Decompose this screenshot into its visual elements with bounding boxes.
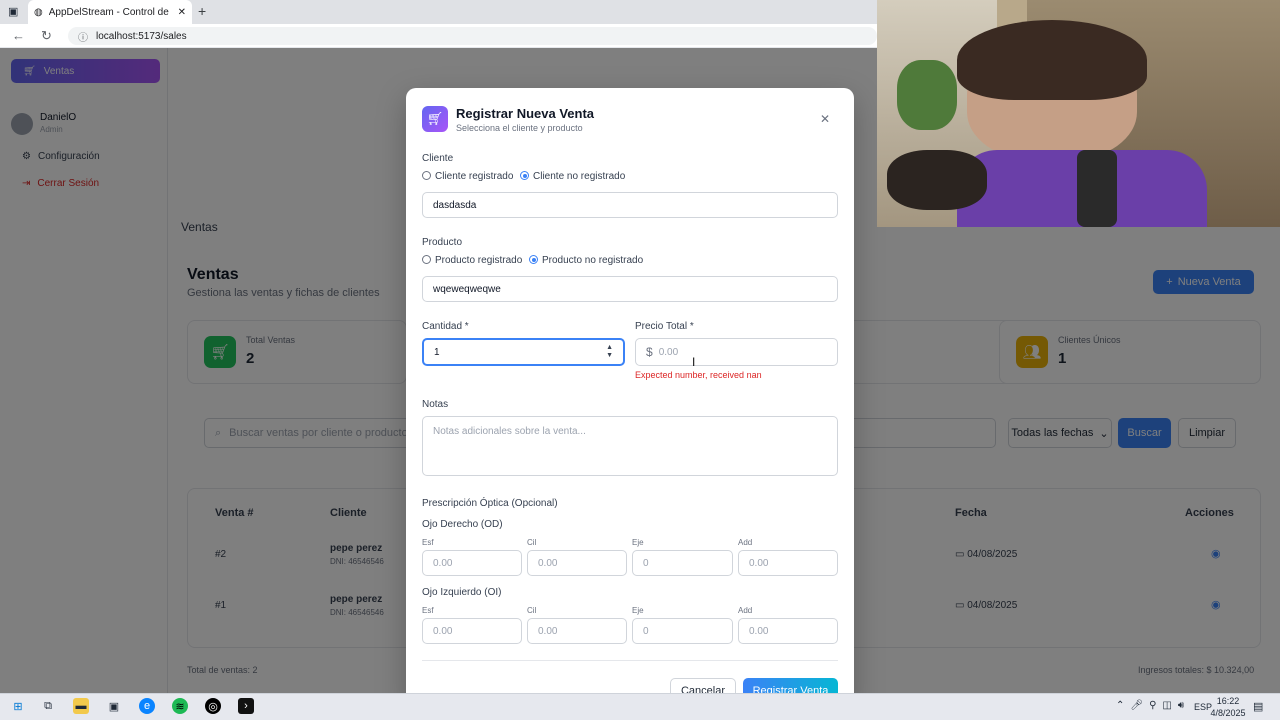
- webcam-microphone: [1077, 150, 1117, 227]
- notification-icon[interactable]: ▤: [1253, 700, 1263, 713]
- cantidad-label: Cantidad *: [422, 321, 469, 332]
- dollar-icon: $: [646, 345, 653, 359]
- od-eje-label: Eje: [632, 538, 644, 547]
- oi-esf-input[interactable]: 0.00: [422, 618, 522, 644]
- spotify-icon[interactable]: ≋: [172, 698, 188, 714]
- webcam-feed: [877, 0, 1280, 227]
- radio-producto-registrado[interactable]: Producto registrado: [422, 255, 522, 266]
- notas-textarea[interactable]: Notas adicionales sobre la venta...: [422, 416, 838, 476]
- od-eje-input[interactable]: 0: [632, 550, 733, 576]
- close-tab-icon[interactable]: ✕: [178, 7, 186, 18]
- radio-icon: [422, 255, 431, 264]
- task-view-icon[interactable]: ⧉: [40, 698, 56, 714]
- spinner-icon[interactable]: ▲ ▼: [606, 344, 613, 360]
- od-esf-input[interactable]: 0.00: [422, 550, 522, 576]
- radio-label: Cliente registrado: [435, 171, 514, 182]
- radio-label: Producto no registrado: [542, 255, 644, 266]
- radio-cliente-no-registrado[interactable]: Cliente no registrado: [520, 171, 625, 182]
- cantidad-input[interactable]: 1 ▲ ▼: [422, 338, 625, 366]
- oi-esf-label: Esf: [422, 606, 434, 615]
- input-value: wqeweqweqwe: [433, 283, 501, 295]
- od-title: Ojo Derecho (OD): [422, 519, 503, 530]
- radio-cliente-registrado[interactable]: Cliente registrado: [422, 171, 513, 182]
- input-value: dasdasda: [433, 199, 477, 211]
- modal-title: Registrar Nueva Venta: [456, 106, 595, 121]
- notas-label: Notas: [422, 399, 449, 410]
- oi-title: Ojo Izquierdo (OI): [422, 587, 502, 598]
- precio-label: Precio Total *: [635, 321, 694, 332]
- url-field[interactable]: ⓘ localhost:5173/sales: [68, 27, 877, 45]
- radio-icon: [422, 171, 431, 180]
- od-esf-label: Esf: [422, 538, 434, 547]
- cliente-label: Cliente: [422, 153, 454, 164]
- divider: [422, 660, 838, 661]
- info-icon: ⓘ: [78, 32, 88, 44]
- browser-tab[interactable]: ◍ AppDelStream - Control de Stock ✕: [28, 0, 192, 24]
- webcam-plant: [897, 60, 957, 130]
- clock-time[interactable]: 16:22: [1206, 696, 1250, 706]
- tab-title: AppDelStream - Control de Stock: [48, 6, 172, 18]
- producto-label: Producto: [422, 237, 463, 248]
- cliente-name-input[interactable]: dasdasda: [422, 192, 838, 218]
- radio-label: Producto registrado: [435, 255, 523, 266]
- back-icon[interactable]: ←: [12, 28, 25, 43]
- input-placeholder: 0: [643, 625, 649, 637]
- input-placeholder: 0.00: [538, 625, 558, 637]
- radio-checked-icon: [520, 171, 529, 180]
- oi-cil-input[interactable]: 0.00: [527, 618, 627, 644]
- new-sale-modal: 🛒︎ Registrar Nueva Venta Selecciona el c…: [406, 88, 854, 708]
- modal-subtitle: Selecciona el cliente y producto: [456, 123, 583, 133]
- input-placeholder: 0.00: [749, 625, 769, 637]
- tray-icons[interactable]: ⌃🎤︎⚲◫🔊︎: [1116, 700, 1190, 711]
- window-menu-icon[interactable]: ▣: [8, 5, 18, 18]
- url-text: localhost:5173/sales: [96, 30, 187, 42]
- app-icon[interactable]: ▣: [106, 698, 122, 714]
- prescripcion-title: Prescripción Óptica (Opcional): [422, 498, 558, 509]
- obs-icon[interactable]: ◎: [205, 698, 221, 714]
- clock-date[interactable]: 4/8/2025: [1200, 708, 1256, 718]
- windows-start-icon[interactable]: ⊞: [10, 698, 26, 714]
- radio-label: Cliente no registrado: [533, 171, 626, 182]
- webcam-plush-toy: [887, 150, 987, 210]
- radio-producto-no-registrado[interactable]: Producto no registrado: [529, 255, 643, 266]
- od-cil-input[interactable]: 0.00: [527, 550, 627, 576]
- input-placeholder: 0.00: [749, 557, 769, 569]
- precio-input[interactable]: $ 0.00: [635, 338, 838, 366]
- input-placeholder: 0.00: [658, 346, 679, 358]
- reload-icon[interactable]: ↻: [41, 28, 52, 44]
- new-tab-icon[interactable]: +: [198, 3, 206, 19]
- oi-add-label: Add: [738, 606, 753, 615]
- radio-checked-icon: [529, 255, 538, 264]
- input-placeholder: Notas adicionales sobre la venta...: [433, 426, 586, 437]
- cart-icon: 🛒︎: [422, 106, 448, 132]
- input-placeholder: 0.00: [433, 625, 453, 637]
- precio-error: Expected number, received nan: [635, 370, 762, 380]
- od-add-label: Add: [738, 538, 753, 547]
- oi-eje-input[interactable]: 0: [632, 618, 733, 644]
- od-add-input[interactable]: 0.00: [738, 550, 838, 576]
- input-placeholder: 0.00: [538, 557, 558, 569]
- input-placeholder: 0.00: [433, 557, 453, 569]
- producto-name-input[interactable]: wqeweqweqwe: [422, 276, 838, 302]
- oi-eje-label: Eje: [632, 606, 644, 615]
- terminal-icon[interactable]: ›: [238, 698, 254, 714]
- globe-icon: ◍: [34, 6, 43, 18]
- close-icon[interactable]: ✕: [820, 112, 830, 126]
- oi-cil-label: Cil: [527, 606, 537, 615]
- oi-add-input[interactable]: 0.00: [738, 618, 838, 644]
- webcam-person-hair: [957, 20, 1147, 100]
- input-placeholder: 0: [643, 557, 649, 569]
- edge-icon[interactable]: e: [139, 698, 155, 714]
- od-cil-label: Cil: [527, 538, 537, 547]
- input-value: 1: [434, 346, 440, 358]
- taskbar: [0, 693, 1280, 720]
- text-cursor-icon: I: [692, 355, 696, 369]
- file-explorer-icon[interactable]: ▬: [73, 698, 89, 714]
